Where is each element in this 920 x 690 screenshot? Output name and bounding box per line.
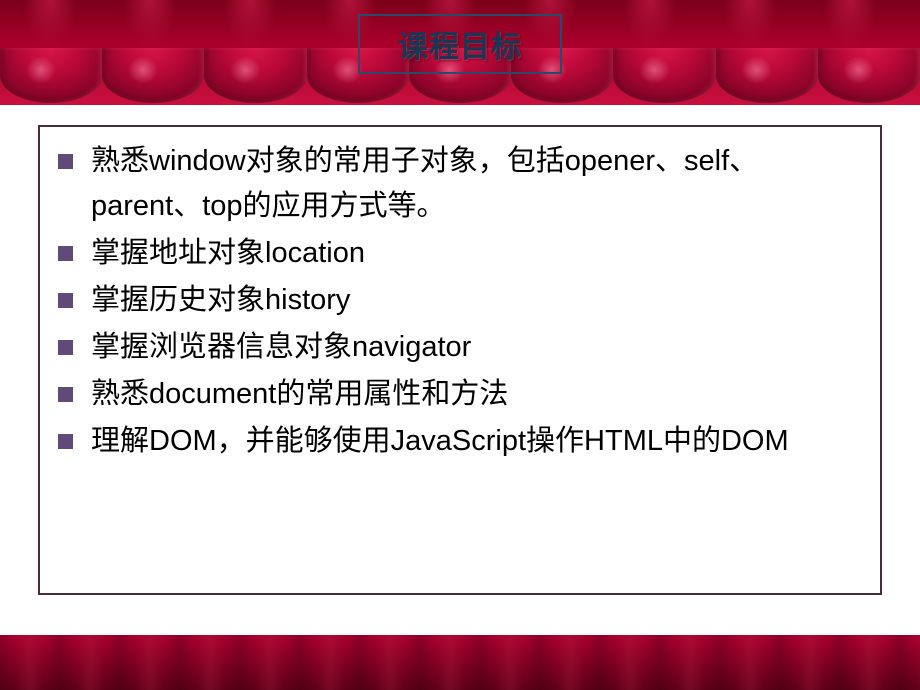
list-item: 理解DOM，并能够使用JavaScript操作HTML中的DOM: [58, 419, 862, 464]
list-item: 掌握历史对象history: [58, 278, 862, 323]
bullet-text: 掌握地址对象location: [91, 231, 862, 276]
bullet-list: 熟悉window对象的常用子对象，包括opener、self、parent、to…: [58, 139, 862, 464]
bullet-icon: [58, 154, 73, 169]
bullet-text: 掌握历史对象history: [91, 278, 862, 323]
curtain-header: 课程目标: [0, 0, 920, 105]
bullet-icon: [58, 387, 73, 402]
bullet-text: 理解DOM，并能够使用JavaScript操作HTML中的DOM: [91, 419, 862, 464]
bullet-text: 掌握浏览器信息对象navigator: [91, 325, 862, 370]
slide-container: 课程目标 熟悉window对象的常用子对象，包括opener、self、pare…: [0, 0, 920, 690]
bullet-text: 熟悉window对象的常用子对象，包括opener、self、parent、to…: [91, 139, 862, 229]
slide-title: 课程目标: [398, 22, 522, 66]
list-item: 掌握地址对象location: [58, 231, 862, 276]
bullet-icon: [58, 293, 73, 308]
title-box: 课程目标: [358, 14, 562, 74]
curtain-footer: [0, 635, 920, 690]
bullet-text: 熟悉document的常用属性和方法: [91, 372, 862, 417]
list-item: 掌握浏览器信息对象navigator: [58, 325, 862, 370]
bullet-icon: [58, 434, 73, 449]
list-item: 熟悉document的常用属性和方法: [58, 372, 862, 417]
list-item: 熟悉window对象的常用子对象，包括opener、self、parent、to…: [58, 139, 862, 229]
bullet-icon: [58, 340, 73, 355]
content-box: 熟悉window对象的常用子对象，包括opener、self、parent、to…: [38, 125, 882, 595]
bullet-icon: [58, 246, 73, 261]
